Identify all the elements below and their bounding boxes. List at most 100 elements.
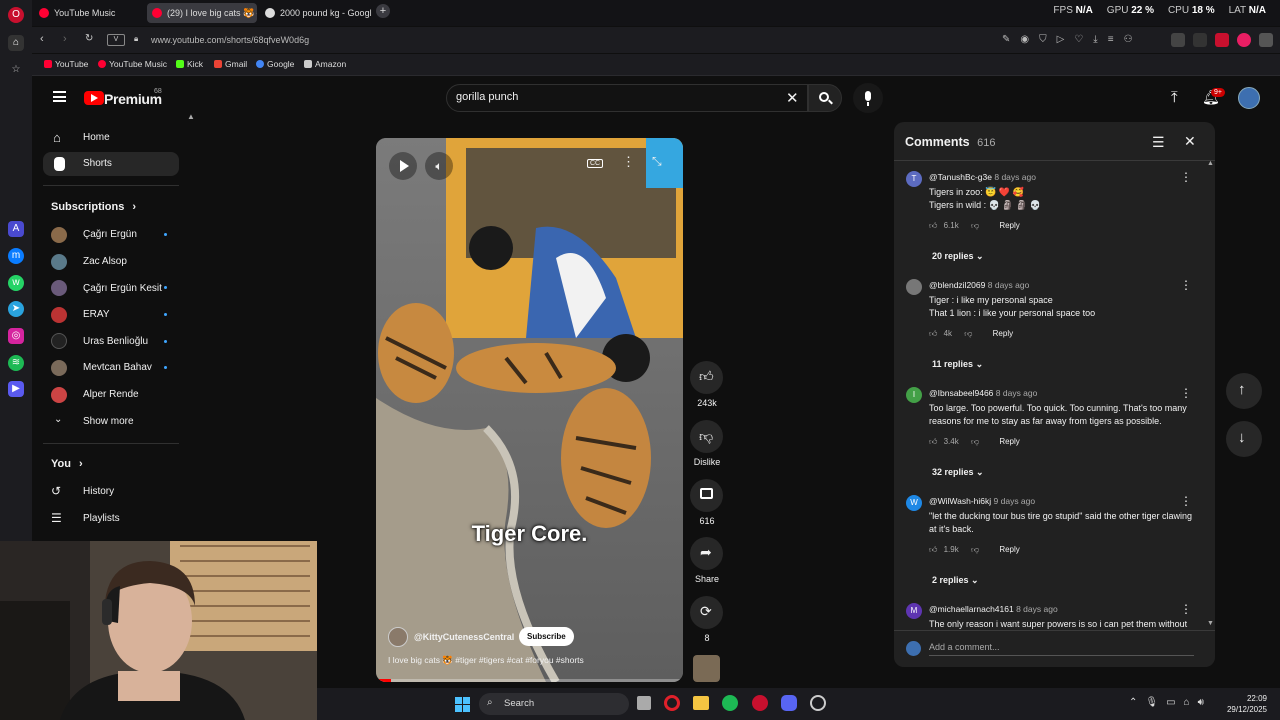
comment-author[interactable]: @michaellarnach4161 8 days ago	[929, 604, 1058, 614]
discord-taskbar-icon[interactable]	[781, 695, 797, 711]
tab-shorts[interactable]: (29) I love big cats 🐯 #tig	[147, 3, 257, 23]
youtube-logo-icon[interactable]	[84, 91, 104, 105]
play-button[interactable]	[389, 152, 417, 180]
sidebar-item-shorts[interactable]: Shorts	[43, 152, 179, 176]
opera-logo-icon[interactable]: O	[8, 7, 24, 23]
replies-toggle[interactable]: 11 replies ⌄	[932, 359, 983, 370]
volume-button[interactable]: 🔈︎	[425, 152, 453, 180]
reply-button[interactable]: Reply	[999, 545, 1019, 554]
shield-icon[interactable]: ⛉	[1039, 34, 1057, 45]
comment-author[interactable]: @WilWash-hi6kj 9 days ago	[929, 496, 1035, 506]
video-description[interactable]: I love big cats 🐯 #tiger #tigers #cat #f…	[388, 655, 584, 666]
thumbs-up-icon[interactable]: 👍︎	[929, 545, 937, 554]
profile-icon[interactable]: ⚇	[1124, 34, 1143, 45]
channel-avatar[interactable]	[388, 627, 408, 647]
more-options-icon[interactable]: ⋮	[622, 154, 635, 170]
sound-thumbnail[interactable]	[693, 655, 720, 682]
bookmark-google[interactable]: Google	[256, 59, 294, 69]
sidebar-item-home[interactable]: ⌂ Home	[43, 126, 179, 150]
thumbs-down-icon[interactable]: 👎︎	[971, 545, 979, 554]
menu-icon[interactable]: ≡	[1108, 34, 1124, 45]
fullscreen-icon[interactable]: ⤡	[652, 154, 662, 169]
subscription-label[interactable]: Uras Benlioğlu	[83, 336, 148, 347]
comment-avatar[interactable]: T	[906, 171, 922, 187]
subscription-label[interactable]: Mevtcan Bahav	[83, 362, 152, 373]
comment-avatar[interactable]: W	[906, 495, 922, 511]
comment-author[interactable]: @TanushBc-g3e 8 days ago	[929, 172, 1036, 182]
next-short-button[interactable]: ↓	[1226, 421, 1262, 457]
comment-more-icon[interactable]: ⋮	[1180, 386, 1192, 400]
tab-youtube-music[interactable]: YouTube Music	[34, 3, 144, 23]
bookmarks-star-icon[interactable]: ☆	[8, 62, 24, 78]
aria-icon[interactable]: A	[8, 221, 24, 237]
subscriptions-heading[interactable]: Subscriptions ›	[51, 201, 136, 213]
network-tray-icon[interactable]: ⌂	[1184, 697, 1198, 708]
spotify-taskbar-icon[interactable]	[722, 695, 738, 711]
player-icon[interactable]: ▶	[8, 381, 24, 397]
sort-comments-icon[interactable]: ☰	[1152, 134, 1165, 151]
comment-avatar[interactable]	[906, 279, 922, 295]
comments-scrollbar[interactable]: ▲ ▼	[1207, 160, 1214, 630]
extension-icon[interactable]	[1259, 33, 1273, 47]
new-tab-button[interactable]: +	[376, 4, 390, 18]
volume-tray-icon[interactable]: 🔊︎	[1198, 697, 1212, 708]
channel-name[interactable]: @KittyCutenessCentral	[414, 632, 514, 642]
like-button[interactable]: 👍︎	[690, 361, 723, 394]
search-button[interactable]	[808, 84, 842, 112]
extension-icon[interactable]	[1237, 33, 1251, 47]
account-avatar[interactable]	[1238, 87, 1260, 109]
sidebar-scroll-up-icon[interactable]: ▲	[187, 112, 195, 121]
reload-icon[interactable]: ↻	[85, 33, 93, 44]
comment-more-icon[interactable]: ⋮	[1180, 170, 1192, 184]
reply-button[interactable]: Reply	[993, 329, 1013, 338]
opera-gx-taskbar-icon[interactable]	[664, 695, 680, 711]
captions-button[interactable]: CC	[587, 159, 604, 168]
you-heading[interactable]: You ›	[51, 458, 83, 470]
short-video-player[interactable]: 🔈︎ CC ⋮ ⤡ Tiger Core. @KittyCutenessCent…	[376, 138, 683, 682]
bookmark-youtube-music[interactable]: YouTube Music	[98, 59, 167, 69]
clear-search-icon[interactable]: ✕	[786, 89, 799, 107]
comments-button[interactable]	[690, 479, 723, 512]
reply-button[interactable]: Reply	[999, 221, 1019, 230]
clock[interactable]: 22:09 29/12/2025	[1223, 693, 1267, 715]
extension-icon[interactable]	[1215, 33, 1229, 47]
comment-more-icon[interactable]: ⋮	[1180, 602, 1192, 616]
thumbs-down-icon[interactable]: 👎︎	[971, 221, 979, 230]
extension-icon[interactable]	[1193, 33, 1207, 47]
monitor-tray-icon[interactable]: ▭	[1166, 697, 1183, 708]
upload-icon[interactable]: ⤒	[1171, 89, 1178, 106]
thumbs-down-icon[interactable]: 👎︎	[971, 437, 979, 446]
reply-button[interactable]: Reply	[999, 437, 1019, 446]
instagram-icon[interactable]: ◎	[8, 328, 24, 344]
previous-short-button[interactable]: ↑	[1226, 373, 1262, 409]
windows-start-icon[interactable]	[455, 697, 470, 712]
thumbs-up-icon[interactable]: 👍︎	[929, 329, 937, 338]
extension-icon[interactable]	[1171, 33, 1185, 47]
thumbs-down-icon[interactable]: 👎︎	[964, 329, 972, 338]
speed-dial-icon[interactable]: ⌂	[8, 35, 24, 51]
subscription-label[interactable]: Çağrı Ergün	[83, 229, 137, 240]
subscription-label[interactable]: ERAY	[83, 309, 110, 320]
subscription-label[interactable]: Zac Alsop	[83, 256, 127, 267]
remix-button[interactable]: ⟳	[690, 596, 723, 629]
play-icon[interactable]: ▷	[1057, 34, 1075, 45]
comment-more-icon[interactable]: ⋮	[1180, 278, 1192, 292]
opera-taskbar-icon[interactable]	[752, 695, 768, 711]
comment-avatar[interactable]: I	[906, 387, 922, 403]
thumbs-up-icon[interactable]: 👍︎	[929, 221, 937, 230]
comment-avatar[interactable]: M	[906, 603, 922, 619]
heart-icon[interactable]: ♡	[1074, 34, 1093, 45]
share-button[interactable]: ➦	[690, 537, 723, 570]
bookmark-youtube[interactable]: YouTube	[44, 59, 88, 69]
subscription-label[interactable]: Çağrı Ergün Kesit	[83, 283, 162, 294]
comment-author[interactable]: @Ibnsabeel9466 8 days ago	[929, 388, 1037, 398]
camera-icon[interactable]: ◉	[1020, 34, 1039, 45]
replies-toggle[interactable]: 2 replies ⌄	[932, 575, 979, 586]
hamburger-menu-icon[interactable]	[53, 91, 66, 102]
search-input-value[interactable]: gorilla punch	[456, 91, 518, 103]
app-taskbar-icon[interactable]	[810, 695, 826, 711]
voice-search-button[interactable]	[853, 83, 883, 113]
comment-more-icon[interactable]: ⋮	[1180, 494, 1192, 508]
add-comment-input[interactable]: Add a comment...	[929, 642, 1194, 656]
file-explorer-icon[interactable]	[693, 696, 709, 710]
